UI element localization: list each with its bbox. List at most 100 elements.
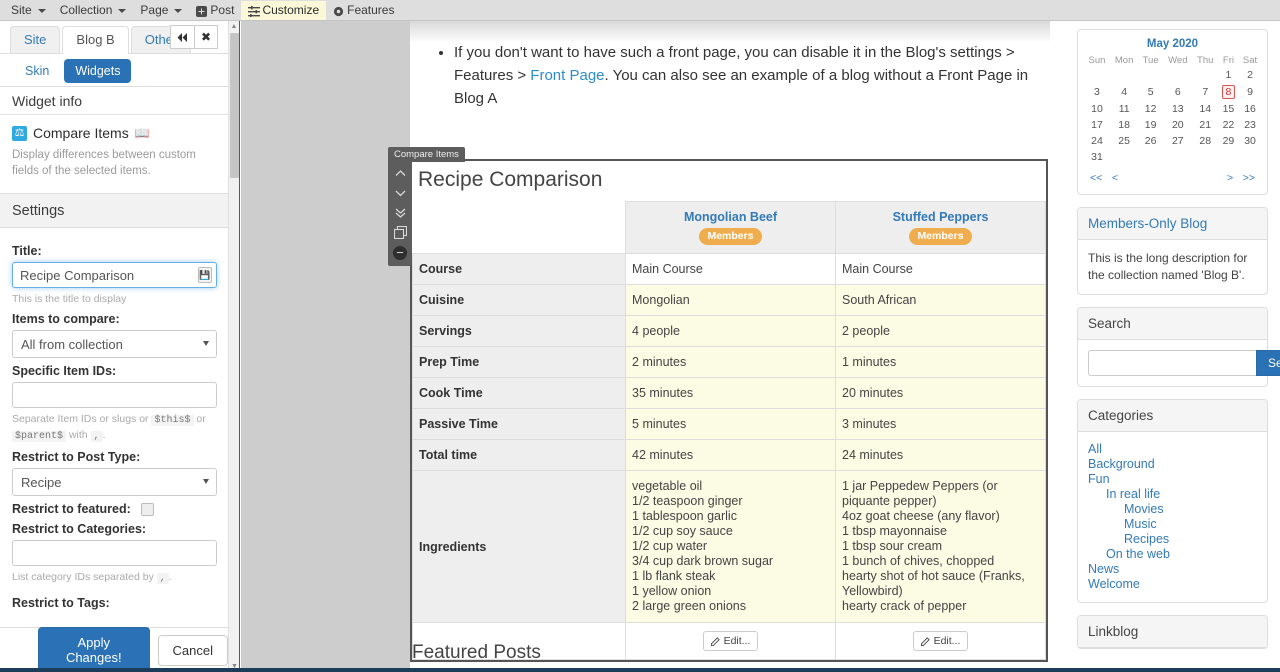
item-title-link[interactable]: Stuffed Peppers — [842, 210, 1039, 224]
calendar-day[interactable]: 28 — [1193, 133, 1218, 149]
settings-form: Title: 💾 This is the title to display It… — [0, 228, 228, 610]
menu-page[interactable]: Page — [133, 1, 189, 20]
restrict-post-type-label: Restrict to Post Type: — [12, 450, 141, 464]
calendar-day[interactable]: 6 — [1163, 83, 1193, 101]
category-link[interactable]: Welcome — [1088, 577, 1257, 592]
calendar-day[interactable]: 31 — [1084, 149, 1110, 165]
scroll-up-arrow-icon[interactable]: ▲ — [229, 21, 239, 32]
comparison-table-head: Mongolian Beef Members Stuffed Peppers Memb… — [412, 201, 1046, 254]
calendar-day[interactable]: 9 — [1239, 83, 1261, 101]
save-disk-icon[interactable]: 💾 — [198, 267, 212, 283]
subtab-widgets[interactable]: Widgets — [64, 59, 132, 83]
calendar-day[interactable]: 2 — [1239, 67, 1261, 83]
calendar-day[interactable]: 22 — [1218, 117, 1239, 133]
category-link[interactable]: Movies — [1088, 502, 1257, 517]
item-title-link[interactable]: Mongolian Beef — [632, 210, 829, 224]
move-bottom-icon[interactable] — [390, 204, 410, 221]
remove-icon[interactable]: − — [390, 244, 410, 261]
calendar-day[interactable]: 10 — [1084, 101, 1110, 117]
calendar-next-link[interactable]: > — [1227, 172, 1233, 184]
comparison-cell: 1 jar Peppedew Peppers (or piquante pepp… — [835, 470, 1046, 623]
restrict-featured-checkbox[interactable] — [140, 502, 154, 516]
category-link[interactable]: Recipes — [1088, 532, 1257, 547]
calendar-day[interactable]: 20 — [1163, 117, 1193, 133]
move-up-icon[interactable] — [390, 164, 410, 181]
calendar-last-link[interactable]: >> — [1243, 172, 1255, 184]
calendar-day-empty — [1239, 149, 1261, 165]
calendar-day[interactable]: 18 — [1110, 117, 1138, 133]
menu-customize[interactable]: Customize — [241, 0, 327, 20]
subtab-skin[interactable]: Skin — [14, 59, 60, 83]
content-top-fade — [410, 21, 1050, 41]
categories-list: All Background Fun In real life Movies Music R… — [1078, 432, 1267, 602]
widget-title: Recipe Comparison — [418, 168, 603, 191]
restrict-post-type-select[interactable]: Recipe — [12, 468, 217, 496]
calendar-day[interactable]: 16 — [1239, 101, 1261, 117]
members-only-blog-heading[interactable]: Members-Only Blog — [1078, 208, 1267, 240]
category-link[interactable]: News — [1088, 562, 1257, 577]
restrict-categories-input[interactable] — [12, 540, 217, 566]
calendar-prev-link[interactable]: < — [1112, 172, 1118, 184]
category-link[interactable]: Fun — [1088, 472, 1257, 487]
comparison-cell: 42 minutes — [625, 439, 836, 471]
duplicate-icon[interactable] — [390, 224, 410, 241]
calendar-day[interactable]: 27 — [1163, 133, 1193, 149]
help-text-3: with — [68, 429, 88, 441]
calendar-day[interactable]: 26 — [1138, 133, 1163, 149]
cancel-button[interactable]: Cancel — [157, 634, 228, 666]
calendar-day[interactable]: 30 — [1239, 133, 1261, 149]
comparison-cell: 2 minutes — [625, 346, 836, 378]
calendar-day[interactable]: 4 — [1110, 83, 1138, 101]
manual-icon[interactable]: 📖 — [135, 126, 150, 140]
category-link[interactable]: Background — [1088, 457, 1257, 472]
calendar-week-row: 10 11 12 13 14 15 16 — [1084, 101, 1261, 117]
apply-changes-button[interactable]: Apply Changes! — [38, 627, 150, 672]
calendar-day-today[interactable]: 8 — [1218, 83, 1239, 101]
calendar-day[interactable]: 1 — [1218, 67, 1239, 83]
menu-post[interactable]: Post — [189, 1, 241, 20]
compare-items-widget[interactable]: Compare Items − Recipe Comparison Mongol… — [388, 147, 1048, 662]
categories-widget: Categories All Background Fun In real life M… — [1077, 399, 1268, 603]
items-to-compare-select[interactable]: All from collection — [12, 330, 217, 358]
calendar-day[interactable]: 13 — [1163, 101, 1193, 117]
calendar-day[interactable]: 5 — [1138, 83, 1163, 101]
widget-toolbar: − — [388, 161, 412, 266]
calendar-day[interactable]: 23 — [1239, 117, 1261, 133]
search-button[interactable]: Search — [1256, 350, 1280, 376]
menu-collection[interactable]: Collection — [53, 1, 134, 20]
title-input[interactable] — [12, 262, 217, 288]
menu-features[interactable]: Features — [326, 1, 401, 20]
scrollbar-thumb[interactable] — [230, 33, 239, 178]
double-chevron-down-glyph — [395, 208, 405, 218]
calendar-day-empty — [1138, 67, 1163, 83]
category-link[interactable]: All — [1088, 442, 1257, 457]
calendar-day[interactable]: 25 — [1110, 133, 1138, 149]
tab-site[interactable]: Site — [10, 26, 61, 53]
calendar-day[interactable]: 14 — [1193, 101, 1218, 117]
move-down-icon[interactable] — [390, 184, 410, 201]
top-menu-bar: Site Collection Page Post Customize Features — [0, 0, 1280, 21]
close-button[interactable]: ✖ — [194, 25, 218, 49]
calendar-day[interactable]: 3 — [1084, 83, 1110, 101]
calendar-day[interactable]: 12 — [1138, 101, 1163, 117]
menu-site[interactable]: Site — [4, 1, 53, 20]
calendar-first-link[interactable]: << — [1090, 172, 1102, 184]
collapse-button[interactable] — [170, 25, 194, 49]
calendar-day[interactable]: 24 — [1084, 133, 1110, 149]
category-link[interactable]: Music — [1088, 517, 1257, 532]
tab-blog-b[interactable]: Blog B — [62, 26, 129, 54]
category-link[interactable]: On the web — [1088, 547, 1257, 562]
calendar-day[interactable]: 21 — [1193, 117, 1218, 133]
calendar-day[interactable]: 7 — [1193, 83, 1218, 101]
front-page-link[interactable]: Front Page — [530, 67, 604, 84]
calendar-day[interactable]: 17 — [1084, 117, 1110, 133]
calendar-day[interactable]: 15 — [1218, 101, 1239, 117]
search-input[interactable] — [1088, 350, 1256, 376]
calendar-day[interactable]: 19 — [1138, 117, 1163, 133]
specific-item-ids-input[interactable] — [12, 382, 217, 408]
calendar-day[interactable]: 29 — [1218, 133, 1239, 149]
calendar-day[interactable]: 11 — [1110, 101, 1138, 117]
main-content-column: If you don't want to have such a front p… — [388, 21, 1050, 672]
left-panel-scrollbar[interactable]: ▲ ▼ — [228, 21, 239, 672]
category-link[interactable]: In real life — [1088, 487, 1257, 502]
